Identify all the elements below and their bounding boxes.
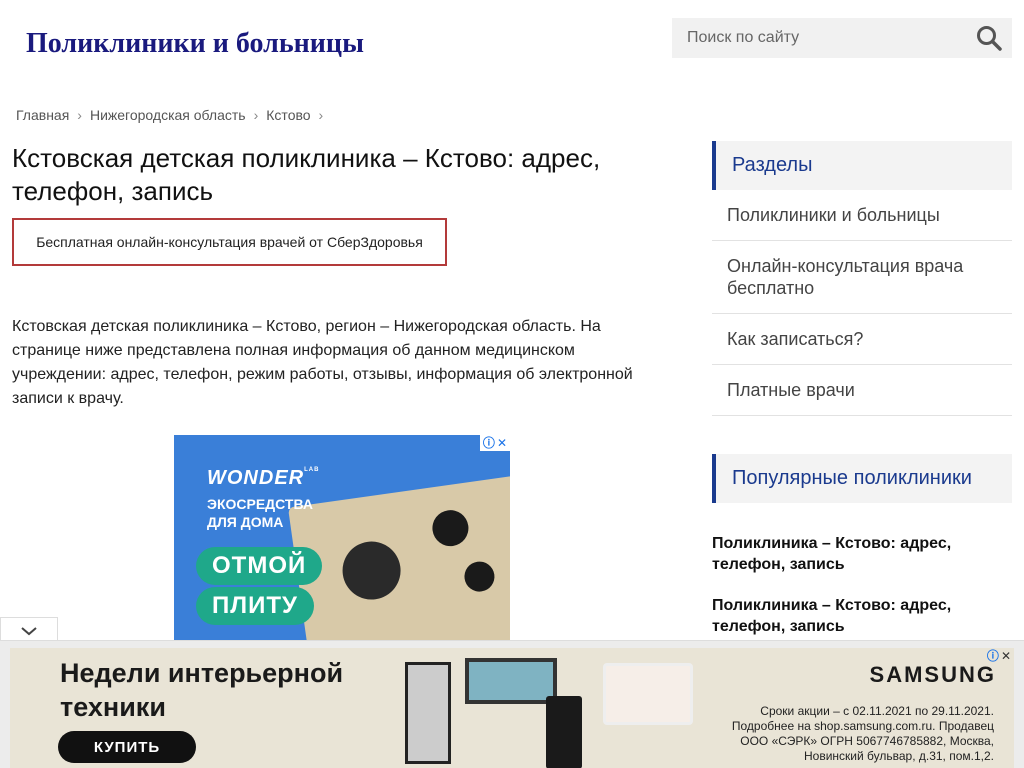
breadcrumb-region[interactable]: Нижегородская область — [90, 107, 246, 123]
tv-image — [465, 658, 557, 704]
breadcrumb-separator: › — [318, 107, 324, 123]
sidebar-popular-header: Популярные поликлиники — [712, 454, 1012, 503]
ad-banner-samsung[interactable]: Недели интерьерной техники КУПИТЬ SAMSUN… — [10, 648, 1014, 768]
ad-close-icon[interactable]: ✕ — [1001, 649, 1011, 663]
popular-list: Поликлиника – Кстово: адрес, телефон, за… — [712, 533, 1012, 657]
sidebar-item-how-to-book[interactable]: Как записаться? — [712, 314, 1012, 365]
page-title: Кстовская детская поликлиника – Кстово: … — [12, 143, 601, 206]
ad-badge: ⓘ ✕ — [479, 435, 510, 451]
popular-item[interactable]: Поликлиника – Кстово: адрес, телефон, за… — [712, 533, 1012, 575]
buy-button[interactable]: КУПИТЬ — [58, 731, 196, 763]
breadcrumb-separator: › — [77, 107, 82, 123]
chevron-down-icon — [21, 626, 37, 635]
sidebar-sections-header: Разделы — [712, 141, 1012, 190]
search-icon[interactable] — [976, 25, 1002, 51]
ad-pill-1: ОТМОЙ — [196, 547, 323, 585]
ad-info-icon[interactable]: ⓘ — [987, 649, 999, 663]
breadcrumb-city[interactable]: Кстово — [266, 107, 310, 123]
ad-pill-2: ПЛИТУ — [196, 587, 314, 625]
popular-item[interactable]: Поликлиника – Кстово: адрес, телефон, за… — [712, 595, 1012, 637]
sidebar-item-polyclinics[interactable]: Поликлиники и больницы — [712, 190, 1012, 241]
search-input[interactable] — [672, 18, 962, 58]
speaker-image — [546, 696, 582, 768]
breadcrumb-separator: › — [253, 107, 259, 123]
breadcrumb-home[interactable]: Главная — [16, 107, 69, 123]
sidebar-item-paid-doctors[interactable]: Платные врачи — [712, 365, 1012, 416]
ad-banner-wonderlab[interactable]: WONDERLAB ЭКОСРЕДСТВА ДЛЯ ДОМА ОТМОЙ ПЛИ… — [174, 435, 510, 640]
tv-image — [603, 663, 693, 725]
samsung-logo: SAMSUNG — [869, 662, 996, 687]
tv-image — [405, 662, 451, 764]
ad-tagline: ЭКОСРЕДСТВА ДЛЯ ДОМА — [207, 496, 313, 530]
ad-brand: WONDERLAB — [207, 467, 320, 489]
ad-headline: Недели интерьерной техники — [60, 658, 344, 722]
consultation-button[interactable]: Бесплатная онлайн-консультация врачей от… — [12, 218, 447, 266]
sidebar-item-online-consult[interactable]: Онлайн-консультация врача бесплатно — [712, 241, 1012, 314]
ad-badge: ⓘ ✕ — [984, 648, 1014, 664]
ad-close-icon[interactable]: ✕ — [497, 436, 507, 450]
search-box — [672, 18, 1012, 58]
ad-legal-text: Сроки акции – с 02.11.2021 по 29.11.2021… — [731, 704, 994, 763]
bottom-ad-bar: Недели интерьерной техники КУПИТЬ SAMSUN… — [0, 640, 1024, 768]
site-title[interactable]: Поликлиники и больницы — [26, 28, 364, 60]
intro-text: Кстовская детская поликлиника – Кстово, … — [12, 318, 633, 407]
ad-info-icon[interactable]: ⓘ — [483, 436, 495, 450]
breadcrumb: Главная › Нижегородская область › Кстово… — [16, 107, 331, 123]
sidebar-menu: Поликлиники и больницы Онлайн-консультац… — [712, 190, 1012, 416]
